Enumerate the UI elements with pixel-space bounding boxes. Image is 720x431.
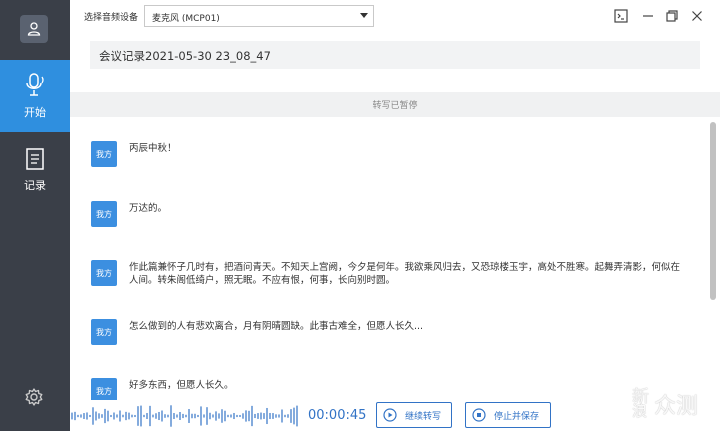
play-circle-icon [383, 408, 397, 422]
terminal-icon [614, 9, 628, 23]
speaker-avatar: 我方 [91, 378, 117, 400]
transcription-status: 转写已暂停 [372, 101, 418, 111]
continue-label: 继续转写 [405, 411, 442, 422]
device-label: 选择音频设备 [84, 13, 139, 23]
bottom-bar: 00:00:45 继续转写 停止并保存 [70, 400, 720, 431]
recording-timer: 00:00:45 [308, 408, 367, 423]
message-text: 作此篇兼怀子几时有，把酒问青天。不知天上宫阙，今夕是何年。我欲乘风归去，又恐琼楼… [129, 262, 681, 286]
stop-label: 停止并保存 [494, 411, 540, 422]
close-button[interactable] [689, 8, 705, 24]
scrollbar-thumb[interactable] [710, 122, 716, 300]
meeting-title: 会议记录2021-05-30 23_08_47 [99, 49, 271, 63]
document-icon [26, 148, 44, 170]
sidebar: 开始 记录 [0, 0, 70, 431]
speaker-avatar: 我方 [91, 260, 117, 286]
speaker-avatar: 我方 [91, 141, 117, 167]
speaker-avatar: 我方 [91, 319, 117, 345]
restore-button[interactable] [664, 8, 680, 24]
message-text: 丙辰中秋！ [129, 143, 177, 154]
sidebar-item-label: 记录 [24, 179, 46, 192]
transcript-scrollbar[interactable] [708, 120, 718, 400]
settings-button[interactable] [24, 387, 44, 407]
top-bar: 选择音频设备 麦克风 (MCP01) [70, 0, 720, 32]
message-text: 好多东西，但愿人长久。 [129, 380, 234, 391]
user-icon [27, 22, 41, 36]
terminal-button[interactable] [613, 8, 629, 24]
close-icon [692, 11, 702, 21]
message-text: 万达的。 [129, 203, 168, 214]
audio-device-select[interactable]: 麦克风 (MCP01) [144, 5, 374, 27]
audio-waveform [71, 405, 298, 427]
meeting-title-field[interactable]: 会议记录2021-05-30 23_08_47 [90, 41, 700, 69]
transcription-status-bar: 转写已暂停 [70, 92, 720, 117]
continue-transcription-button[interactable]: 继续转写 [376, 402, 452, 428]
restore-icon [666, 10, 678, 22]
minimize-button[interactable] [640, 8, 656, 24]
message-text: 怎么做到的人有悲欢离合，月有阴晴圆缺。此事古难全，但愿人长久... [129, 321, 424, 332]
minimize-icon [643, 15, 653, 17]
watermark-text: 众测 [654, 394, 699, 419]
stop-and-save-button[interactable]: 停止并保存 [465, 402, 551, 428]
transcript-list: 我方 丙辰中秋！ 我方 万达的。 我方 作此篇兼怀子几时有，把酒问青天。不知天上… [70, 117, 720, 400]
chevron-down-icon [360, 13, 368, 18]
user-avatar-button[interactable] [20, 15, 48, 43]
sidebar-item-label: 开始 [24, 106, 46, 119]
sidebar-item-start[interactable]: 开始 [0, 60, 70, 132]
gear-icon [25, 388, 43, 406]
microphone-icon [26, 73, 44, 96]
watermark-char: 浪 [632, 402, 648, 420]
sidebar-item-records[interactable]: 记录 [0, 134, 70, 206]
device-select-value: 麦克风 (MCP01) [152, 14, 220, 24]
speaker-avatar: 我方 [91, 201, 117, 227]
stop-circle-icon [472, 408, 486, 422]
watermark: 新 浪 众测 [632, 382, 718, 422]
